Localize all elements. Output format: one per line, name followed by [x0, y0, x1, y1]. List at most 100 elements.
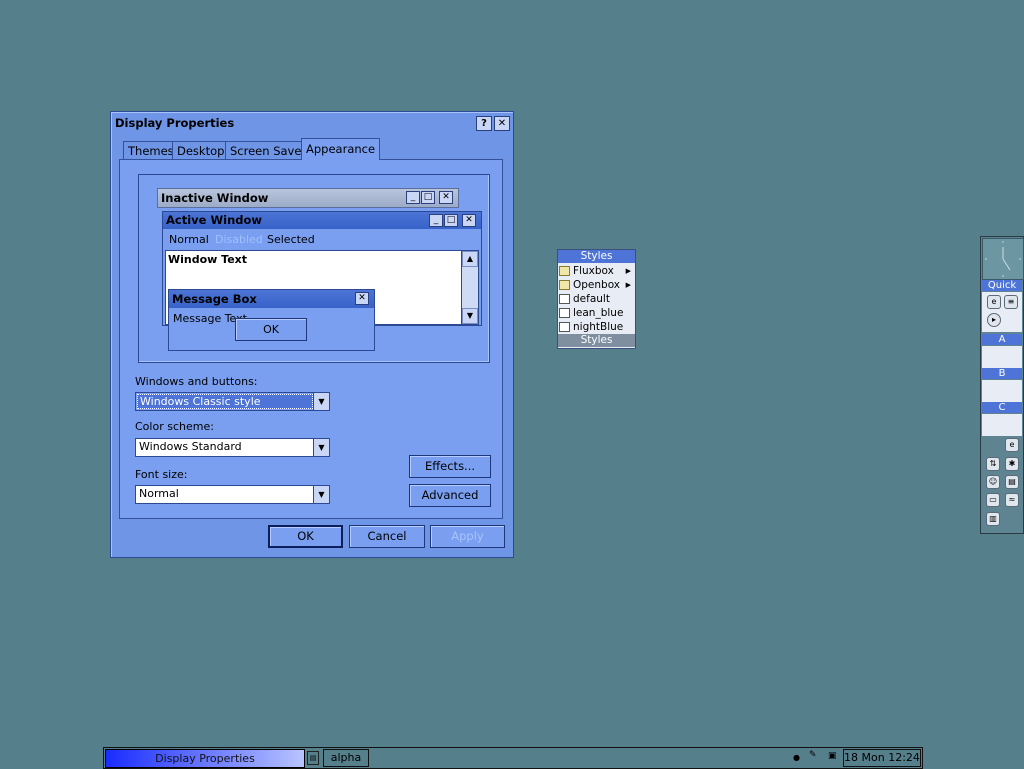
- message-box-preview: Message Box ✕ Message Text OK: [168, 289, 375, 351]
- window-titlebar[interactable]: Display Properties ? ✕: [113, 114, 511, 132]
- ok-button[interactable]: OK: [268, 525, 343, 548]
- window-title: Display Properties: [115, 116, 235, 130]
- tab-themes[interactable]: Themes: [123, 141, 179, 160]
- menu-item-default[interactable]: default: [558, 292, 635, 306]
- style-file-icon: [559, 308, 570, 318]
- menu-selected-sample: Selected: [267, 233, 315, 246]
- active-window-caption: Active Window _ □ ✕: [163, 212, 481, 229]
- style-file-icon: [559, 322, 570, 332]
- network-icon[interactable]: ⇅: [986, 457, 1000, 471]
- quick-launch-panel: e ≡ ▸: [982, 292, 1022, 332]
- scrollbar-preview: ▲ ▼: [461, 250, 479, 325]
- chevron-down-icon[interactable]: ▼: [313, 439, 329, 456]
- tray-network-icon[interactable]: ▣: [828, 751, 837, 761]
- message-box-title: Message Box: [172, 292, 257, 306]
- user-icon[interactable]: ☺: [986, 475, 1000, 489]
- workspace-name[interactable]: alpha: [323, 749, 369, 767]
- menu-item-label: lean_blue: [573, 307, 624, 319]
- active-window-title: Active Window: [166, 213, 263, 227]
- help-button[interactable]: ?: [476, 116, 492, 131]
- tab-screen-saver[interactable]: Screen Saver: [225, 141, 312, 160]
- media-player-icon[interactable]: ▸: [987, 313, 1001, 327]
- minimize-icon: _: [429, 214, 443, 227]
- computer-icon[interactable]: ▭: [986, 493, 1000, 507]
- menu-item-label: nightBlue: [573, 321, 624, 333]
- scroll-up-icon: ▲: [462, 251, 478, 267]
- styles-menu-title: Styles: [558, 250, 635, 263]
- tray-app-icon[interactable]: ✎: [809, 750, 821, 763]
- display-properties-window: Display Properties ? ✕ Themes Desktop Sc…: [110, 111, 514, 558]
- menu-item-nightblue[interactable]: nightBlue: [558, 320, 635, 334]
- appearance-preview: Inactive Window _ □ ✕ Active Window _ □ …: [138, 174, 490, 363]
- window-list-icon[interactable]: ▤: [307, 751, 319, 765]
- windows-buttons-value: Windows Classic style: [140, 395, 261, 408]
- menu-item-label: default: [573, 293, 610, 305]
- cancel-button[interactable]: Cancel: [349, 525, 425, 548]
- color-scheme-label: Color scheme:: [135, 420, 214, 433]
- close-icon: ✕: [355, 292, 369, 305]
- font-size-value: Normal: [139, 487, 179, 500]
- inactive-window-title: Inactive Window: [161, 191, 269, 205]
- windows-buttons-label: Windows and buttons:: [135, 375, 258, 388]
- menu-normal-sample: Normal: [169, 233, 209, 246]
- color-scheme-select[interactable]: Windows Standard ▼: [135, 438, 330, 457]
- color-scheme-value: Windows Standard: [139, 440, 242, 453]
- menu-item-label: Fluxbox: [573, 265, 614, 277]
- windows-buttons-select[interactable]: Windows Classic style ▼: [135, 392, 330, 411]
- tray-dot-icon[interactable]: ●: [793, 753, 800, 762]
- message-box-caption: Message Box ✕: [169, 290, 374, 308]
- effects-button[interactable]: Effects...: [409, 455, 491, 478]
- scroll-down-icon: ▼: [462, 308, 478, 324]
- submenu-arrow-icon: ▶: [625, 267, 631, 275]
- windows-buttons-selected: Windows Classic style: [137, 394, 313, 409]
- advanced-button[interactable]: Advanced: [409, 484, 491, 507]
- styles-menu-footer: Styles: [558, 334, 635, 347]
- dock-a-header: A: [982, 334, 1022, 345]
- minimize-icon: _: [406, 191, 420, 204]
- menu-item-label: Openbox: [573, 279, 621, 291]
- maximize-icon: □: [444, 214, 458, 227]
- dock-b-header: B: [982, 368, 1022, 379]
- preview-ok-button: OK: [235, 318, 307, 341]
- quick-launch-header: Quick: [982, 280, 1022, 291]
- browser-icon[interactable]: e: [1005, 438, 1019, 452]
- menu-item-fluxbox[interactable]: Fluxbox ▶: [558, 264, 635, 278]
- menu-item-lean-blue[interactable]: lean_blue: [558, 306, 635, 320]
- system-tray-panel: e ⇅ ✱ ☺ ▤ ▭ ≈ ▥: [982, 437, 1022, 531]
- trash-icon[interactable]: ▥: [986, 512, 1000, 526]
- font-size-select[interactable]: Normal ▼: [135, 485, 330, 504]
- styles-menu: Styles Fluxbox ▶ Openbox ▶ default lean_…: [557, 249, 636, 349]
- close-icon: ✕: [439, 191, 453, 204]
- folder-icon: [559, 266, 570, 276]
- menu-disabled-sample: Disabled: [215, 233, 263, 246]
- browser-icon[interactable]: e: [987, 295, 1001, 309]
- dock-b-panel: [982, 380, 1022, 402]
- wireless-icon[interactable]: ≈: [1005, 493, 1019, 507]
- window-text-label: Window Text: [168, 253, 248, 266]
- chevron-down-icon[interactable]: ▼: [313, 486, 329, 503]
- settings-icon[interactable]: ✱: [1005, 457, 1019, 471]
- tab-desktop[interactable]: Desktop: [172, 141, 230, 160]
- dock-a-panel: [982, 346, 1022, 368]
- tab-appearance[interactable]: Appearance: [301, 138, 381, 160]
- taskbar-item-display-properties[interactable]: Display Properties: [105, 749, 305, 768]
- printer-icon[interactable]: ▤: [1005, 475, 1019, 489]
- font-size-label: Font size:: [135, 468, 188, 481]
- folder-icon: [559, 280, 570, 290]
- maximize-icon: □: [421, 191, 435, 204]
- analog-clock-icon: [982, 238, 1024, 280]
- document-icon[interactable]: ≡: [1004, 295, 1018, 309]
- close-icon: ✕: [462, 214, 476, 227]
- taskbar-clock: 18 Mon 12:24: [843, 749, 921, 767]
- appearance-panel: Inactive Window _ □ ✕ Active Window _ □ …: [119, 159, 503, 519]
- dock-c-header: C: [982, 402, 1022, 413]
- close-button[interactable]: ✕: [494, 116, 510, 131]
- slit-dock: Quick e ≡ ▸ A B C e ⇅ ✱ ☺ ▤ ▭ ≈ ▥: [980, 236, 1024, 534]
- inactive-window-preview: Inactive Window _ □ ✕: [157, 188, 459, 208]
- chevron-down-icon[interactable]: ▼: [313, 393, 329, 410]
- taskbar: Display Properties ▤ alpha ● ✎ ▣ 18 Mon …: [103, 747, 923, 769]
- apply-button[interactable]: Apply: [430, 525, 505, 548]
- submenu-arrow-icon: ▶: [625, 281, 631, 289]
- dock-c-panel: [982, 414, 1022, 436]
- menu-item-openbox[interactable]: Openbox ▶: [558, 278, 635, 292]
